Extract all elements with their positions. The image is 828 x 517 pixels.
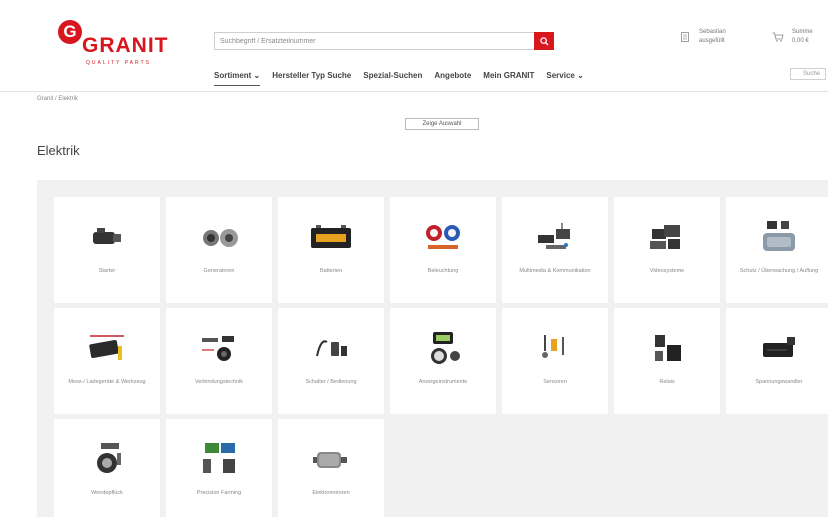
farming-icon: [166, 437, 272, 481]
nav-item[interactable]: Mein GRANIT: [483, 68, 534, 86]
quick-search-button[interactable]: Suche: [790, 68, 826, 80]
category-tile[interactable]: Relais: [614, 308, 720, 414]
cart[interactable]: Summe 0,00 €: [768, 28, 828, 52]
protection-icon: [726, 215, 828, 259]
category-label: Spannungswandler: [755, 379, 803, 385]
granit-logo[interactable]: G GRANIT QUALITY PARTS: [58, 20, 178, 70]
category-tile[interactable]: Anzeigeinstrumente: [390, 308, 496, 414]
nav-item[interactable]: Sortiment ⌄: [214, 68, 261, 86]
category-tile[interactable]: Sensoren: [502, 308, 608, 414]
category-label: Verbindungstechnik: [194, 379, 243, 385]
category-label: Mess-/ Ladegeräte & Werkzeug: [68, 379, 146, 385]
account-text: Sebastian ausgefüllt: [699, 29, 726, 44]
nav-item[interactable]: Spezial-Suchen: [363, 68, 422, 86]
category-label: Generatoren: [203, 268, 235, 274]
cart-icon: [772, 32, 784, 42]
category-tile[interactable]: Videosysteme: [614, 197, 720, 303]
category-label: Anzeigeinstrumente: [418, 379, 468, 385]
category-tile[interactable]: Spannungswandler: [726, 308, 828, 414]
cart-text: Summe 0,00 €: [792, 29, 813, 44]
category-tile[interactable]: Elektromotoren: [278, 419, 384, 517]
category-label: Wendepflück: [91, 490, 123, 496]
category-tile[interactable]: Schutz / Überwachung / Auflung: [726, 197, 828, 303]
category-label: Schutz / Überwachung / Auflung: [739, 268, 819, 274]
account-menu[interactable]: Sebastian ausgefüllt: [677, 28, 767, 52]
search-bar: [214, 32, 554, 50]
category-tile[interactable]: Schalter / Bedienung: [278, 308, 384, 414]
user-list-icon: [681, 32, 689, 42]
logo-word: GRANIT: [82, 34, 169, 57]
category-tile[interactable]: Generatoren: [166, 197, 272, 303]
category-tile[interactable]: Mess-/ Ladegeräte & Werkzeug: [54, 308, 160, 414]
sensor-icon: [502, 326, 608, 370]
logo-circle: G: [58, 20, 82, 44]
page-title: Elektrik: [37, 143, 80, 158]
connector-icon: [166, 326, 272, 370]
inverter-icon: [726, 326, 828, 370]
header: G GRANIT QUALITY PARTS Sortiment ⌄ Herste…: [0, 0, 828, 92]
category-label: Batterien: [319, 268, 342, 274]
category-label: Schalter / Bedienung: [305, 379, 357, 385]
category-tile[interactable]: Batterien: [278, 197, 384, 303]
category-label: Beleuchtung: [427, 268, 459, 274]
multimedia-icon: [502, 215, 608, 259]
breadcrumb[interactable]: Granit / Elektrik: [37, 96, 78, 102]
gauge-icon: [390, 326, 496, 370]
category-label: Relais: [659, 379, 675, 385]
starter-icon: [54, 215, 160, 259]
category-label: Sensoren: [543, 379, 567, 385]
category-label: Videosysteme: [649, 268, 685, 274]
category-label: Precision Farming: [196, 490, 242, 496]
category-label: Starter: [98, 268, 116, 274]
wheel-icon: [54, 437, 160, 481]
video-icon: [614, 215, 720, 259]
motor-icon: [278, 437, 384, 481]
category-tile[interactable]: Precision Farming: [166, 419, 272, 517]
category-tile[interactable]: Beleuchtung: [390, 197, 496, 303]
category-label: Multimedia & Kommunikation: [519, 268, 591, 274]
nav-item[interactable]: Angebote: [434, 68, 471, 86]
search-button[interactable]: [534, 32, 554, 50]
charger-icon: [54, 326, 160, 370]
generator-icon: [166, 215, 272, 259]
lighting-icon: [390, 215, 496, 259]
category-tile[interactable]: Wendepflück: [54, 419, 160, 517]
category-tile[interactable]: Starter: [54, 197, 160, 303]
category-tile[interactable]: Multimedia & Kommunikation: [502, 197, 608, 303]
nav-item[interactable]: Service ⌄: [546, 68, 583, 86]
category-grid: Starter Generatoren Batterien Beleuchtung Mu…: [37, 180, 828, 517]
switch-icon: [278, 326, 384, 370]
main-nav: Sortiment ⌄ Hersteller Typ Suche Spezial-S…: [214, 68, 596, 86]
show-selection-button[interactable]: Zeige Auswahl: [405, 118, 479, 130]
battery-icon: [278, 215, 384, 259]
nav-item[interactable]: Hersteller Typ Suche: [272, 68, 351, 86]
search-input[interactable]: [215, 33, 533, 49]
relay-icon: [614, 326, 720, 370]
category-tile[interactable]: Verbindungstechnik: [166, 308, 272, 414]
search-icon: [539, 36, 549, 46]
logo-subtitle: QUALITY PARTS: [86, 60, 151, 66]
category-label: Elektromotoren: [312, 490, 350, 496]
